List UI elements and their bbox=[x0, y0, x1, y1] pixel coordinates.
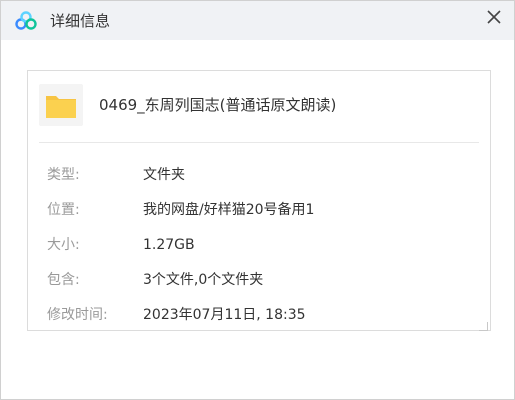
property-row-size: 大小: 1.27GB bbox=[28, 233, 490, 257]
property-row-type: 类型: 文件夹 bbox=[28, 163, 490, 187]
details-dialog: 详细信息 0469_东周列国志(普通话原文朗读) 类型: 文件夹 位置: 我的网… bbox=[0, 0, 515, 400]
title-bar: 详细信息 bbox=[1, 1, 514, 40]
details-panel: 0469_东周列国志(普通话原文朗读) 类型: 文件夹 位置: 我的网盘/好样猫… bbox=[27, 70, 491, 331]
property-value: 文件夹 bbox=[143, 167, 185, 183]
property-row-location: 位置: 我的网盘/好样猫20号备用1 bbox=[28, 198, 490, 222]
file-name: 0469_东周列国志(普通话原文朗读) bbox=[99, 96, 337, 114]
property-row-modified: 修改时间: 2023年07月11日, 18:35 bbox=[28, 303, 490, 327]
close-icon[interactable] bbox=[481, 4, 507, 30]
property-label: 包含: bbox=[47, 272, 80, 288]
property-value: 3个文件,0个文件夹 bbox=[143, 272, 264, 288]
property-label: 大小: bbox=[47, 237, 80, 253]
property-label: 修改时间: bbox=[47, 307, 108, 323]
property-value: 我的网盘/好样猫20号备用1 bbox=[143, 202, 315, 218]
property-label: 位置: bbox=[47, 202, 80, 218]
dialog-title: 详细信息 bbox=[50, 12, 111, 30]
property-value: 2023年07月11日, 18:35 bbox=[143, 307, 306, 323]
property-label: 类型: bbox=[47, 167, 80, 183]
folder-icon-tile bbox=[39, 84, 83, 126]
baidu-netdisk-cloud-icon bbox=[15, 11, 37, 30]
divider bbox=[39, 142, 479, 143]
property-row-contains: 包含: 3个文件,0个文件夹 bbox=[28, 268, 490, 292]
folder-icon bbox=[46, 96, 76, 118]
property-value: 1.27GB bbox=[143, 237, 195, 253]
panel-corner-mark bbox=[479, 322, 488, 331]
